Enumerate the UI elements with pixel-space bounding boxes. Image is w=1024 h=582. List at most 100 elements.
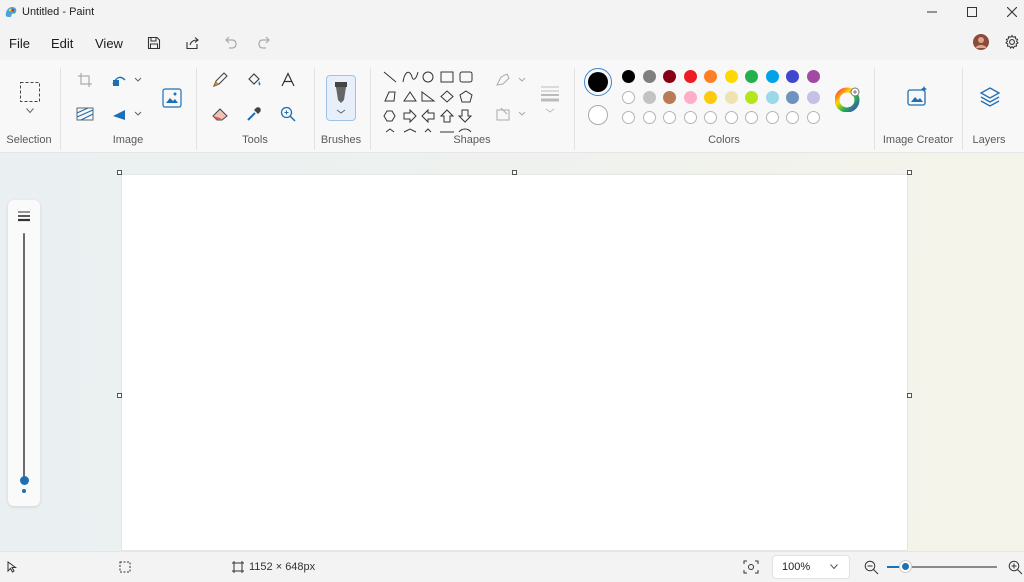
color-swatch[interactable] [724,90,738,104]
menu-edit[interactable]: Edit [51,36,73,51]
separator [370,68,371,150]
rotate-button[interactable] [110,103,144,125]
menu-view[interactable]: View [95,36,123,51]
zoom-level-dropdown[interactable]: 100% [772,555,850,579]
edit-colors-button[interactable] [835,86,861,112]
color-swatch[interactable] [786,90,799,104]
canvas-resize-handle-right[interactable] [907,393,912,398]
drawing-canvas[interactable] [122,175,907,550]
stroke-size-button[interactable] [538,80,562,120]
color-swatch[interactable] [622,90,635,104]
settings-button[interactable] [1002,32,1022,52]
color-swatch[interactable] [786,70,799,83]
undo-button[interactable] [220,33,240,53]
remove-background-icon [76,107,94,121]
primary-color-swatch [588,72,608,92]
image-creator-button[interactable] [904,84,930,110]
color-swatch[interactable] [745,90,758,104]
custom-color-slot[interactable] [704,111,717,124]
account-avatar[interactable] [971,32,991,52]
custom-color-slot[interactable] [683,111,697,124]
ribbon-toolbar: Selection Image Tools Brushes Shapes Col… [0,60,1024,153]
color-swatch[interactable] [806,70,820,83]
minimize-button[interactable] [912,0,952,24]
eraser-icon [212,108,228,121]
zoom-in-icon [1008,560,1022,574]
menu-bar: File Edit View [0,28,1024,58]
redo-button[interactable] [254,33,274,53]
group-label-brushes: Brushes [320,134,362,146]
shape-outline-dropdown[interactable] [494,69,528,91]
brushes-button[interactable] [326,75,356,121]
color-swatch[interactable] [642,90,656,104]
text-tool-button[interactable] [277,69,299,91]
zoom-slider-thumb[interactable] [900,561,911,572]
group-label-tools: Tools [242,134,268,146]
canvas-size-text: 1152 × 648px [249,561,316,573]
image-resize-button[interactable] [160,86,184,110]
color-swatch[interactable] [622,70,635,83]
layers-button[interactable] [977,84,1003,110]
select-dropdown[interactable] [19,105,41,117]
eraser-tool-button[interactable] [209,103,231,125]
shape-fill-dropdown[interactable] [494,103,528,125]
custom-color-slot[interactable] [745,111,758,124]
resize-icon [112,76,142,86]
brush-size-slider-track[interactable] [23,233,25,483]
maximize-button[interactable] [952,0,992,24]
shapes-gallery[interactable] [380,68,478,134]
avatar [973,34,989,50]
color-swatch[interactable] [683,70,697,83]
fit-to-window-button[interactable] [740,556,762,578]
save-button[interactable] [144,33,164,53]
image-creator-icon [907,86,927,106]
separator [962,68,963,150]
eyedropper-icon [247,107,261,121]
custom-color-slot[interactable] [663,111,676,124]
paint-bucket-icon [248,73,261,86]
rectangle-select-icon [20,82,40,102]
color-swatch[interactable] [806,90,820,104]
resize-button[interactable] [110,69,144,91]
crop-button[interactable] [74,69,96,91]
custom-color-slot[interactable] [765,111,779,124]
color-swatch[interactable] [704,90,717,104]
menu-file[interactable]: File [9,36,30,51]
color-swatch[interactable] [683,90,697,104]
custom-color-slot[interactable] [724,111,738,124]
canvas-resize-handle-left[interactable] [117,393,122,398]
custom-color-slot[interactable] [622,111,635,124]
brush-size-slider-thumb[interactable] [20,476,29,485]
color-swatch[interactable] [642,70,656,83]
color-swatch[interactable] [765,70,779,83]
color-swatch[interactable] [663,90,676,104]
zoom-out-button[interactable] [860,556,882,578]
color-swatch[interactable] [765,90,779,104]
stroke-size-icon [18,211,30,222]
canvas-resize-handle-top-left[interactable] [117,170,122,175]
custom-color-slot[interactable] [786,111,799,124]
canvas-resize-handle-top[interactable] [512,170,517,175]
color-picker-button[interactable] [243,103,265,125]
color-swatch[interactable] [704,70,717,83]
share-icon [185,37,199,50]
custom-color-slot[interactable] [806,111,820,124]
shape-outline-icon [496,73,526,86]
zoom-in-button[interactable] [1004,556,1024,578]
fill-tool-button[interactable] [243,69,265,91]
pencil-tool-button[interactable] [209,69,231,91]
primary-color-button[interactable] [584,68,612,96]
select-tool-button[interactable] [18,80,42,104]
pencil-icon [213,72,228,87]
canvas-resize-handle-top-right[interactable] [907,170,912,175]
share-button[interactable] [182,33,202,53]
color-swatch[interactable] [745,70,758,83]
custom-color-slot[interactable] [642,111,656,124]
magnifier-button[interactable] [277,103,299,125]
close-button[interactable] [992,0,1024,24]
secondary-color-swatch[interactable] [588,105,608,125]
color-swatch[interactable] [724,70,738,83]
separator [874,68,875,150]
remove-background-button[interactable] [74,103,96,125]
color-swatch[interactable] [663,70,676,83]
